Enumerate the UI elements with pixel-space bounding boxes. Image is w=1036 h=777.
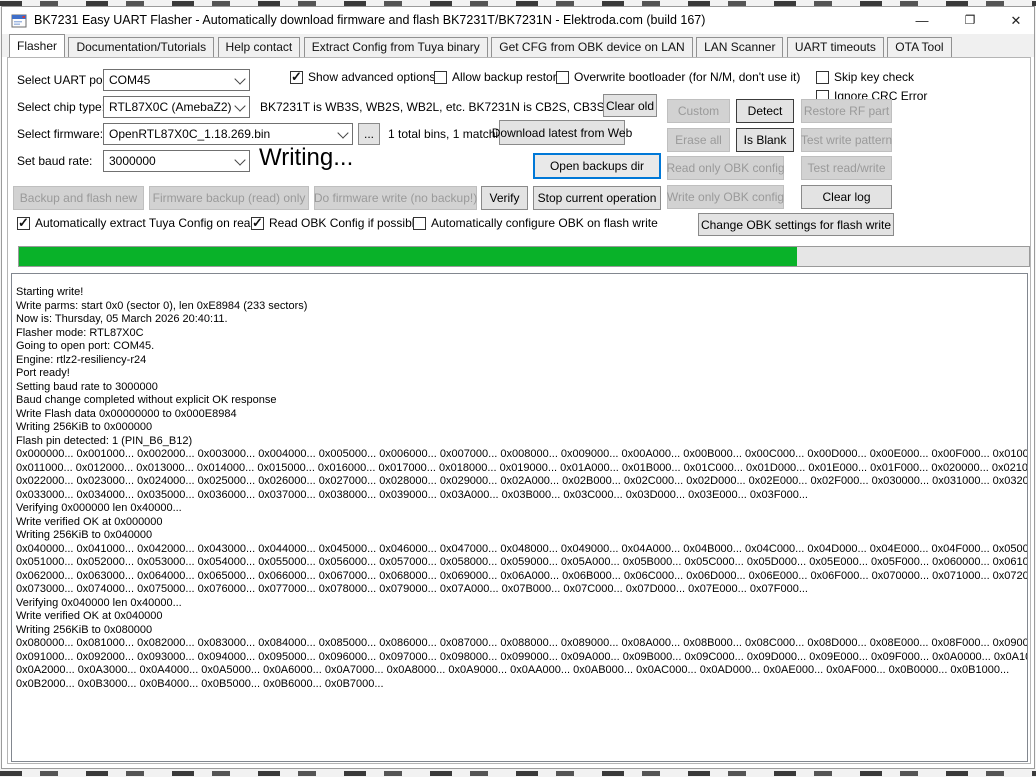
show-advanced-checkbox[interactable]: Show advanced options [290,70,435,84]
open-backups-dir-button[interactable]: Open backups dir [533,153,661,179]
clear-log-button[interactable]: Clear log [801,185,892,209]
baud-rate-label: Set baud rate: [17,154,92,168]
test-read-write-button[interactable]: Test read/write [801,156,892,180]
tab-help-contact[interactable]: Help contact [218,37,301,57]
stop-current-operation-button[interactable]: Stop current operation [533,186,661,210]
chevron-down-icon [234,72,246,88]
close-button[interactable]: ✕ [994,7,1036,34]
tab-lan-scanner[interactable]: LAN Scanner [696,37,783,57]
flasher-page: Select UART port: COM45 Show advanced op… [7,57,1031,764]
chevron-down-icon [234,153,246,169]
checkbox-box[interactable] [434,71,447,84]
screen: BK7231 Easy UART Flasher - Automatically… [0,0,1036,777]
backup-and-flash-new-button[interactable]: Backup and flash new [13,186,144,210]
overwrite-bootloader-checkbox[interactable]: Overwrite bootloader (for N/M, don't use… [556,70,800,84]
change-obk-settings-button[interactable]: Change OBK settings for flash write [698,213,894,236]
tab-extract-config[interactable]: Extract Config from Tuya binary [304,37,488,57]
background-window-bottom [0,769,1036,777]
browse-firmware-button[interactable]: ... [358,123,380,145]
chip-type-label: Select chip type: [17,100,105,114]
log-text: Starting write! Write parms: start 0x0 (… [16,286,1028,691]
uart-port-select[interactable]: COM45 [103,69,250,91]
restore-rf-part-button[interactable]: Restore RF part [801,99,892,123]
checkbox-box[interactable] [251,217,264,230]
checkbox-box[interactable] [17,217,30,230]
chip-type-select[interactable]: RTL87X0C (AmebaZ2) [103,96,250,118]
checkbox-box[interactable] [816,71,829,84]
detect-button[interactable]: Detect [736,99,794,123]
custom-button[interactable]: Custom [667,99,730,123]
title-bar[interactable]: BK7231 Easy UART Flasher - Automatically… [2,7,1034,34]
chevron-down-icon [234,99,246,115]
tab-documentation[interactable]: Documentation/Tutorials [68,37,214,57]
test-write-pattern-button[interactable]: Test write pattern [801,128,892,152]
skip-key-check-checkbox[interactable]: Skip key check [816,70,914,84]
erase-all-button[interactable]: Erase all [667,128,730,152]
firmware-backup-only-button[interactable]: Firmware backup (read) only [149,186,309,210]
download-latest-button[interactable]: Download latest from Web [499,120,625,145]
tab-strip: Flasher Documentation/Tutorials Help con… [2,34,1034,57]
status-text: Writing... [259,144,353,172]
minimize-button[interactable]: — [900,7,944,34]
uart-port-label: Select UART port: [17,73,113,87]
tab-ota-tool[interactable]: OTA Tool [887,37,951,57]
maximize-button[interactable]: ❐ [948,7,992,34]
checkbox-box[interactable] [556,71,569,84]
do-firmware-write-button[interactable]: Do firmware write (no backup!) [314,186,477,210]
verify-button[interactable]: Verify [481,186,528,210]
progress-bar [18,246,1030,267]
tab-flasher[interactable]: Flasher [9,34,65,57]
auto-extract-tuya-checkbox[interactable]: Automatically extract Tuya Config on rea… [17,216,257,230]
tab-get-cfg-obk[interactable]: Get CFG from OBK device on LAN [491,37,692,57]
auto-configure-obk-checkbox[interactable]: Automatically configure OBK on flash wri… [413,216,658,230]
tab-uart-timeouts[interactable]: UART timeouts [787,37,884,57]
firmware-label: Select firmware: [17,127,103,141]
baud-rate-select[interactable]: 3000000 [103,150,250,172]
app-window: BK7231 Easy UART Flasher - Automatically… [1,6,1035,769]
write-only-obk-config-button[interactable]: Write only OBK config [667,185,784,209]
app-icon [11,13,27,29]
checkbox-box[interactable] [413,217,426,230]
chevron-down-icon [337,126,349,142]
window-title: BK7231 Easy UART Flasher - Automatically… [34,13,705,27]
is-blank-button[interactable]: Is Blank [736,128,794,152]
read-obk-config-checkbox[interactable]: Read OBK Config if possible [251,216,421,230]
log-output[interactable]: Starting write! Write parms: start 0x0 (… [11,273,1028,762]
chip-hint-text: BK7231T is WB3S, WB2S, WB2L, etc. BK7231… [260,100,627,114]
clear-old-button[interactable]: Clear old [603,94,657,117]
firmware-select[interactable]: OpenRTL87X0C_1.18.269.bin [103,123,353,145]
progress-bar-fill [19,247,797,266]
checkbox-box[interactable] [290,71,303,84]
read-only-obk-config-button[interactable]: Read only OBK config [667,156,784,180]
allow-backup-restore-checkbox[interactable]: Allow backup restore [434,70,563,84]
